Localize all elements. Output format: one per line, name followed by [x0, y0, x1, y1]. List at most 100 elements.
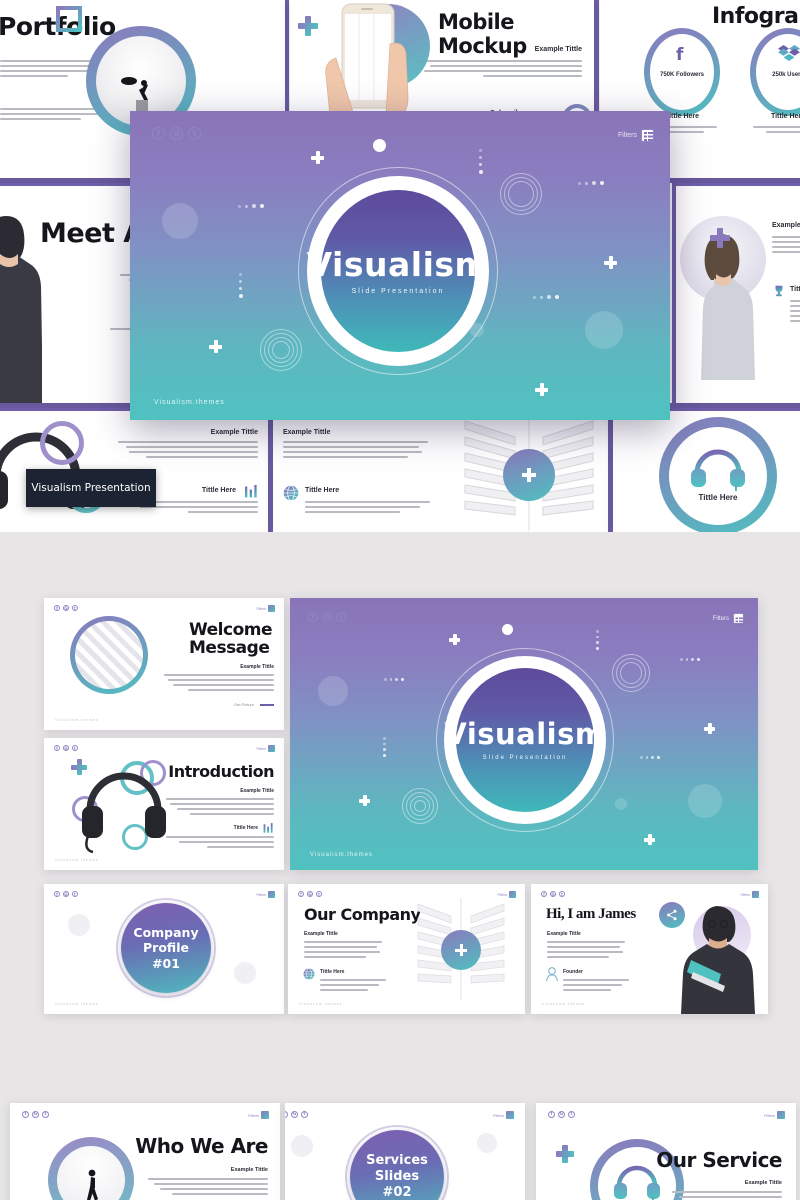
google-plus-icon[interactable]: G: [32, 1111, 39, 1118]
filters-label: Filters: [248, 1112, 259, 1118]
showcase-slide-our-service-top[interactable]: Tittle Here: [613, 408, 800, 532]
google-plus-icon[interactable]: G: [63, 891, 69, 897]
slide-body-text-2: [166, 836, 274, 851]
twitter-icon[interactable]: t: [188, 127, 201, 140]
slide-filters-control[interactable]: Filters: [740, 891, 759, 898]
gallery-slide-our-service[interactable]: f G t Filters Our Service Example Tittle: [536, 1103, 796, 1200]
twitter-icon[interactable]: t: [42, 1111, 49, 1118]
decorative-blob: [688, 784, 722, 818]
google-plus-icon[interactable]: G: [63, 605, 69, 611]
twitter-icon[interactable]: t: [301, 1111, 308, 1118]
twitter-icon[interactable]: t: [568, 1111, 575, 1118]
twitter-icon[interactable]: t: [316, 891, 322, 897]
dot-row: [238, 204, 264, 208]
circle-line3: #02: [382, 1185, 412, 1200]
slide-social-links[interactable]: f G t: [54, 891, 78, 897]
slide-filters-control[interactable]: Filters: [256, 605, 275, 612]
slide-social-links[interactable]: f G t: [541, 891, 565, 897]
slide-social-links[interactable]: f G t: [54, 605, 78, 611]
decorative-dot: [502, 624, 513, 635]
showcase-slide-team-member[interactable]: Example Tittle Tittle Here: [676, 183, 800, 403]
twitter-icon[interactable]: t: [559, 891, 565, 897]
gallery-section: f G t Filters Welcome Message Example Ti…: [0, 532, 800, 1200]
google-plus-icon[interactable]: G: [291, 1111, 298, 1118]
grid-icon[interactable]: [641, 129, 654, 142]
slide-body-text: [148, 1178, 268, 1198]
twitter-icon[interactable]: t: [72, 605, 78, 611]
google-plus-icon[interactable]: G: [170, 127, 183, 140]
hero-footer: Visualism.themes: [310, 852, 373, 858]
dot-column: [383, 737, 386, 757]
twitter-icon[interactable]: t: [72, 745, 78, 751]
infographic-stat-body-2: [752, 126, 800, 136]
facebook-icon[interactable]: f: [152, 127, 165, 140]
showcase-slide-our-company-top[interactable]: Example Tittle Tittle Here: [273, 408, 608, 532]
decorative-plus: [455, 944, 467, 956]
slide-filters-control[interactable]: Filters: [248, 1111, 269, 1119]
filters-label: Filters: [712, 615, 729, 622]
google-plus-icon[interactable]: G: [307, 891, 313, 897]
slide-social-links[interactable]: f G t: [548, 1111, 575, 1118]
gallery-slide-who-we-are[interactable]: f G t Filters Who We Are Example Tittle: [10, 1103, 280, 1200]
facebook-icon[interactable]: f: [541, 891, 547, 897]
gallery-slide-hi-i-am-james[interactable]: f G t Filters Hi, I am James Example Tit…: [531, 884, 768, 1014]
dot-row: [640, 756, 660, 759]
gallery-slide-title[interactable]: f G t Filters Visualism Slide Presentati…: [290, 598, 758, 870]
gallery-slide-company-profile[interactable]: f G t Filters Company Profile #01 Visual…: [44, 884, 284, 1014]
decorative-plus: [311, 151, 324, 164]
gallery-slide-introduction[interactable]: f G t Filters Introduction Example Tittl…: [44, 738, 284, 870]
grid-icon[interactable]: [777, 1111, 785, 1119]
facebook-icon[interactable]: f: [285, 1111, 288, 1118]
hero-social-links[interactable]: f G t: [308, 612, 346, 622]
grid-icon[interactable]: [268, 605, 275, 612]
grid-icon[interactable]: [752, 891, 759, 898]
decorative-plus: [359, 795, 370, 806]
hero-filters-control[interactable]: Filters: [618, 129, 654, 142]
decorative-blob: [615, 798, 627, 810]
twitter-icon[interactable]: t: [72, 891, 78, 897]
slide-title-line1: Welcome: [189, 620, 273, 640]
hero-preview-slide[interactable]: f G t Filters Visualism Slide Presentati…: [130, 111, 670, 420]
google-plus-icon[interactable]: G: [63, 745, 69, 751]
slide-title: Our Service: [656, 1148, 782, 1172]
slide-filters-control[interactable]: Filters: [256, 891, 275, 898]
google-plus-icon[interactable]: G: [558, 1111, 565, 1118]
slide-subtitle: Example Tittle: [283, 429, 331, 436]
slide-social-links[interactable]: f G t: [54, 745, 78, 751]
grid-icon[interactable]: [506, 1111, 514, 1119]
slide-body-text: [547, 941, 625, 961]
gallery-slide-services-slides[interactable]: f G t Filters Services Slides #02: [285, 1103, 525, 1200]
circle-line2: Slides: [374, 1168, 420, 1184]
slide-social-links[interactable]: f G t: [22, 1111, 49, 1118]
slide-filters-control[interactable]: Filters: [256, 745, 275, 752]
filters-label: Filters: [256, 892, 266, 897]
artwork-person-2: [701, 234, 755, 380]
grid-icon[interactable]: [733, 613, 744, 626]
hero-filters-control[interactable]: Filters: [712, 613, 744, 626]
slide-filters-control[interactable]: Filters: [493, 1111, 514, 1119]
facebook-icon[interactable]: f: [298, 891, 304, 897]
facebook-icon[interactable]: f: [54, 605, 60, 611]
grid-icon[interactable]: [261, 1111, 269, 1119]
twitter-icon[interactable]: t: [336, 612, 346, 622]
facebook-icon[interactable]: f: [54, 745, 60, 751]
grid-icon[interactable]: [268, 745, 275, 752]
slide-social-links[interactable]: f G t: [285, 1111, 308, 1118]
gallery-slide-our-company[interactable]: f G t Filters Our Company Example Tittle…: [288, 884, 525, 1014]
slide-body-text: [283, 441, 428, 461]
globe-icon: [283, 485, 299, 501]
slide-social-links[interactable]: f G t: [298, 891, 322, 897]
facebook-icon[interactable]: f: [548, 1111, 555, 1118]
gallery-slide-welcome-message[interactable]: f G t Filters Welcome Message Example Ti…: [44, 598, 284, 730]
slide-filters-control[interactable]: Filters: [764, 1111, 785, 1119]
concentric-rings: [272, 341, 290, 359]
infographic-stat-value-1: 750K Followers: [659, 72, 704, 78]
facebook-icon[interactable]: f: [308, 612, 318, 622]
google-plus-icon[interactable]: G: [550, 891, 556, 897]
facebook-icon[interactable]: f: [54, 891, 60, 897]
hero-social-links[interactable]: f G t: [152, 127, 201, 140]
grid-icon[interactable]: [268, 891, 275, 898]
google-plus-icon[interactable]: G: [322, 612, 332, 622]
facebook-icon[interactable]: f: [22, 1111, 29, 1118]
slide-link[interactable]: Get Picture: [234, 702, 254, 707]
